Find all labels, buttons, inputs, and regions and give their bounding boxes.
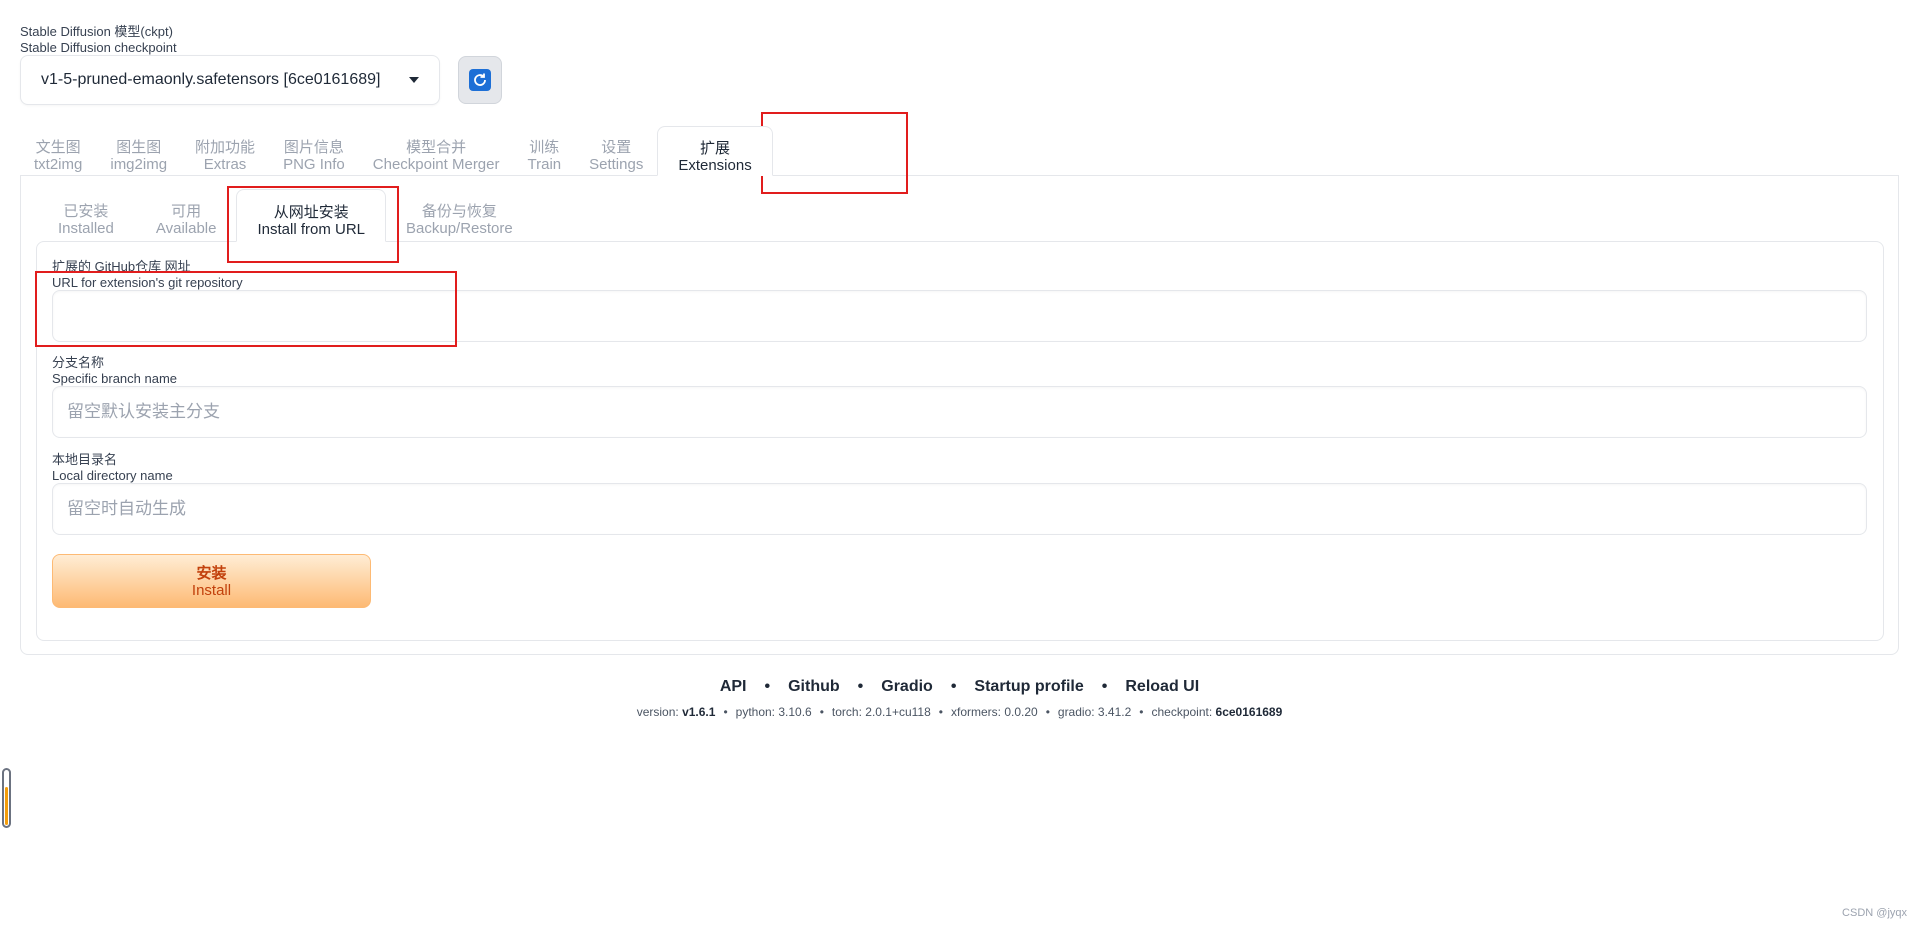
extension-url-input[interactable] [52, 290, 1867, 342]
tab-label-en: Settings [589, 156, 644, 173]
tab-png-info[interactable]: 图片信息 PNG Info [269, 126, 359, 176]
tab-label-en: Extensions [678, 157, 752, 174]
footer-links: API • Github • Gradio • Startup profile • Reload… [719, 678, 1200, 695]
url-label-zh: 扩展的 GitHub仓库 网址 [52, 259, 191, 274]
checkpoint-dropdown[interactable]: v1-5-pruned-emaonly.safetensors [6ce0161… [20, 55, 440, 105]
url-label-en: URL for extension's git repository [52, 275, 243, 290]
python-version: python: 3.10.6 [735, 705, 812, 719]
tab-label-zh: 备份与恢复 [421, 203, 497, 220]
checkpoint-hash: 6ce0161689 [1215, 705, 1283, 719]
side-scroll-handle[interactable] [2, 768, 11, 828]
refresh-checkpoint-button[interactable] [458, 56, 502, 104]
tab-label-zh: 已安装 [63, 203, 109, 220]
branch-label-zh: 分支名称 [52, 355, 105, 370]
main-tabs: 文生图 txt2img 图生图 img2img 附加功能 Extras 图片信息… [20, 126, 773, 176]
branch-label-en: Specific branch name [52, 371, 178, 386]
refresh-icon [469, 69, 491, 91]
tab-label-zh: 训练 [529, 139, 560, 156]
tab-txt2img[interactable]: 文生图 txt2img [20, 126, 96, 176]
tab-extras[interactable]: 附加功能 Extras [181, 126, 269, 176]
tab-label-zh: 设置 [601, 139, 632, 156]
side-scroll-fill [5, 787, 8, 825]
tab-label-zh: 可用 [171, 203, 202, 220]
dir-label-en: Local directory name [52, 468, 173, 483]
webui-page: Stable Diffusion 模型(ckpt) Stable Diffusi… [0, 0, 1919, 929]
footer-versions: version: v1.6.1 • python: 3.10.6 • torch: 2.… [636, 705, 1283, 719]
tab-label-zh: 图片信息 [283, 139, 344, 156]
dir-field-label: 本地目录名 Local directory name [52, 452, 173, 484]
local-directory-input[interactable] [52, 483, 1867, 535]
tab-label-en: Extras [203, 156, 247, 173]
tab-label-en: PNG Info [283, 156, 345, 173]
tab-label-en: Available [155, 220, 217, 237]
torch-version: torch: 2.0.1+cu118 [831, 705, 931, 719]
checkpoint-label: Stable Diffusion 模型(ckpt) Stable Diffusi… [20, 24, 177, 56]
footer-link-reload-ui[interactable]: Reload UI [1125, 678, 1199, 695]
tab-label-en: txt2img [34, 156, 83, 173]
checkpoint-row: v1-5-pruned-emaonly.safetensors [6ce0161… [20, 55, 502, 105]
install-button[interactable]: 安装 Install [52, 554, 371, 608]
tab-label-zh: 从网址安装 [273, 204, 349, 221]
tab-label-zh: 扩展 [700, 140, 731, 157]
tab-label-zh: 模型合并 [406, 139, 467, 156]
tab-settings[interactable]: 设置 Settings [575, 126, 657, 176]
tab-label-zh: 文生图 [35, 139, 81, 156]
tab-checkpoint-merger[interactable]: 模型合并 Checkpoint Merger [359, 126, 514, 176]
chevron-down-icon [409, 77, 419, 83]
tab-label-zh: 图生图 [116, 139, 162, 156]
dir-label-zh: 本地目录名 [52, 452, 118, 467]
footer-link-gradio[interactable]: Gradio [881, 678, 933, 695]
watermark: CSDN @jyqx [1842, 907, 1907, 919]
tab-label-en: img2img [110, 156, 168, 173]
tab-label-en: Install from URL [257, 221, 366, 238]
xformers-version: xformers: 0.0.20 [950, 705, 1038, 719]
tab-label-en: Installed [58, 220, 114, 237]
url-field-label: 扩展的 GitHub仓库 网址 URL for extension's git … [52, 259, 243, 291]
version-value: v1.6.1 [682, 705, 716, 719]
checkpoint-label-zh: Stable Diffusion 模型(ckpt) [20, 24, 173, 39]
branch-name-input[interactable] [52, 386, 1867, 438]
tab-available[interactable]: 可用 Available [136, 189, 237, 242]
tab-install-from-url[interactable]: 从网址安装 Install from URL [236, 189, 387, 242]
checkpoint-label-en: Stable Diffusion checkpoint [20, 40, 177, 55]
footer-link-github[interactable]: Github [788, 678, 840, 695]
tab-img2img[interactable]: 图生图 img2img [96, 126, 181, 176]
tab-label-en: Checkpoint Merger [372, 156, 500, 173]
checkpoint-selected-value: v1-5-pruned-emaonly.safetensors [6ce0161… [41, 71, 381, 88]
footer-link-api[interactable]: API [720, 678, 747, 695]
checkpoint-hash-label: checkpoint: [1151, 705, 1213, 719]
tab-extensions[interactable]: 扩展 Extensions [657, 126, 773, 176]
tab-installed[interactable]: 已安装 Installed [36, 189, 136, 242]
gradio-version: gradio: 3.41.2 [1057, 705, 1132, 719]
tab-label-en: Train [527, 156, 562, 173]
tab-backup-restore[interactable]: 备份与恢复 Backup/Restore [386, 189, 533, 242]
tab-label-en: Backup/Restore [406, 220, 513, 237]
install-label-en: Install [191, 582, 232, 599]
version-label: version: [636, 705, 679, 719]
footer-link-startup-profile[interactable]: Startup profile [974, 678, 1083, 695]
tab-train[interactable]: 训练 Train [514, 126, 576, 176]
install-label-zh: 安装 [196, 565, 227, 582]
branch-field-label: 分支名称 Specific branch name [52, 355, 177, 387]
tab-label-zh: 附加功能 [195, 139, 256, 156]
extension-sub-tabs: 已安装 Installed 可用 Available 从网址安装 Install… [36, 189, 533, 242]
